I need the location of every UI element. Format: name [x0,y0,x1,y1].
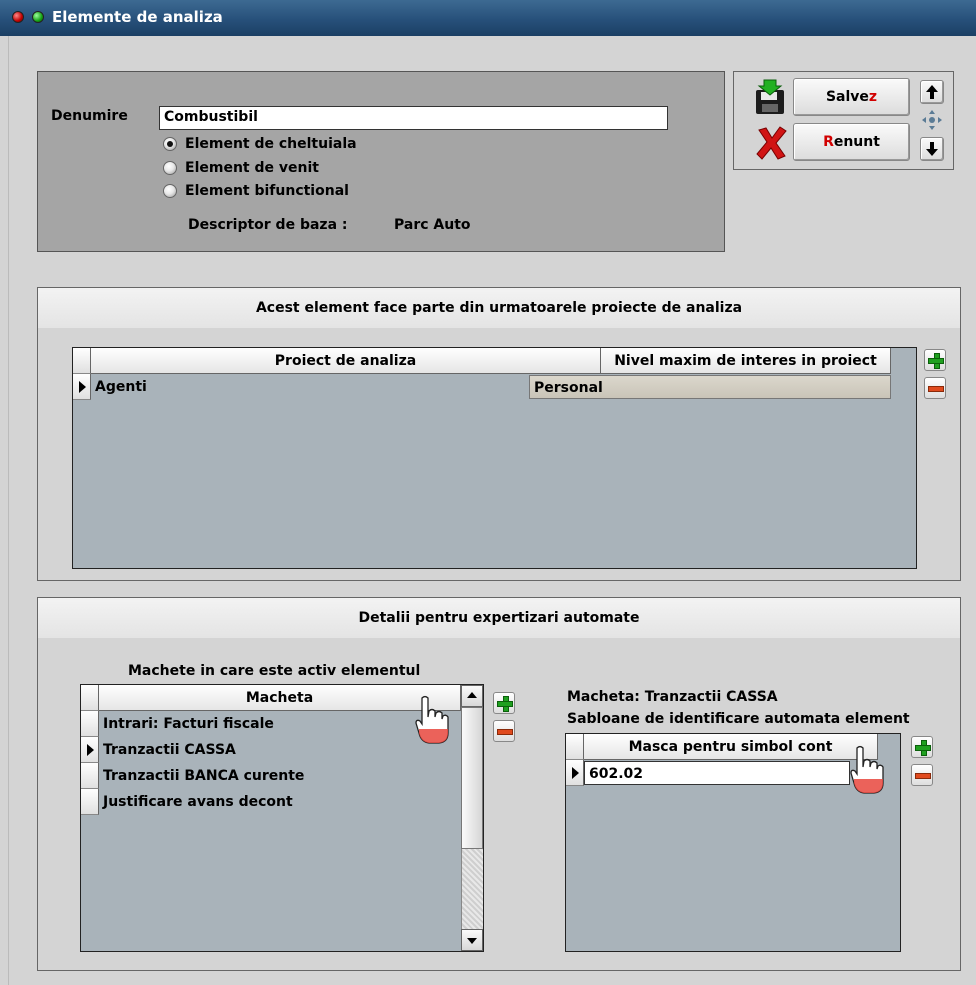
radio-label: Element de cheltuiala [185,136,357,152]
projects-section-title: Acest element face parte din urmatoarele… [38,288,960,328]
column-header-proiect[interactable]: Proiect de analiza [91,348,601,374]
close-window-icon[interactable] [12,11,24,23]
sabloane-caption: Sabloane de identificare automata elemen… [567,711,910,727]
add-project-button[interactable] [924,349,946,371]
row-selector-current[interactable] [81,737,99,763]
macheta-caption: Machete in care este activ elementul [128,663,421,679]
macheta-info: Macheta: Tranzactii CASSA [567,689,778,705]
row-selector-current[interactable] [566,760,584,786]
radio-element-bifunctional[interactable]: Element bifunctional [163,182,349,200]
window-title: Elemente de analiza [52,8,223,26]
row-selector[interactable] [73,374,91,400]
title-bar: Elemente de analiza [0,0,976,36]
radio-icon[interactable] [163,184,177,198]
descriptor-value: Parc Auto [394,217,471,233]
row-selector[interactable] [81,789,99,815]
add-masca-button[interactable] [911,736,933,758]
cell-proiect[interactable]: Agenti [91,374,601,400]
save-disk-icon [756,79,784,114]
descriptor-label: Descriptor de baza : [188,217,348,233]
macheta-row[interactable]: Tranzactii CASSA [99,737,459,763]
radio-element-cheltuiala[interactable]: Element de cheltuiala [163,135,357,153]
maximize-window-icon[interactable] [32,11,44,23]
nav-up-button[interactable] [920,80,944,104]
nav-down-button[interactable] [920,137,944,161]
masca-row-input[interactable]: 602.02 [584,761,850,785]
hand-pointer-icon [850,745,884,794]
grid-corner [566,734,584,760]
remove-project-button[interactable] [924,377,946,399]
radio-icon[interactable] [163,161,177,175]
radio-checked-icon[interactable] [163,137,177,151]
save-button[interactable]: Salve z [793,78,910,116]
denumire-input[interactable]: Combustibil [159,106,668,130]
cancel-button-label: enunt [833,134,880,150]
row-selector[interactable] [81,711,99,737]
arrow-up-icon [926,85,938,99]
arrow-down-icon [926,142,938,156]
macheta-row[interactable]: Justificare avans decont [99,789,459,815]
save-button-label: Salve [825,89,869,105]
remove-macheta-button[interactable] [493,720,515,742]
radio-element-venit[interactable]: Element de venit [163,159,319,177]
scroll-up-button[interactable] [461,685,483,707]
grid-corner [73,348,91,374]
scroll-down-icon [467,938,477,944]
element-form-panel [37,71,725,252]
add-macheta-button[interactable] [493,692,515,714]
cancel-x-icon [756,126,787,160]
column-header-nivel[interactable]: Nivel maxim de interes in proiect [601,348,891,374]
scroll-thumb[interactable] [461,707,483,849]
cancel-button[interactable]: Renunt [793,123,910,161]
row-selector[interactable] [81,763,99,789]
details-section-title: Detalii pentru expertizari automate [38,598,960,638]
scroll-down-button[interactable] [461,929,483,951]
move-icon[interactable] [922,110,942,130]
radio-label: Element bifunctional [185,183,349,199]
cancel-hotkey: R [823,134,834,150]
radio-label: Element de venit [185,160,319,176]
denumire-label: Denumire [51,108,128,124]
macheta-row[interactable]: Intrari: Facturi fiscale [99,711,459,737]
hand-pointer-icon [415,695,449,744]
cell-nivel[interactable]: Personal [529,375,891,399]
scroll-up-icon [467,692,477,698]
column-header-macheta[interactable]: Macheta [99,685,461,711]
macheta-row[interactable]: Tranzactii BANCA curente [99,763,459,789]
grid-corner [81,685,99,711]
remove-masca-button[interactable] [911,764,933,786]
projects-grid[interactable]: Proiect de analiza Nivel maxim de intere… [72,347,917,569]
save-hotkey: z [868,89,878,105]
column-header-masca[interactable]: Masca pentru simbol cont [584,734,878,760]
